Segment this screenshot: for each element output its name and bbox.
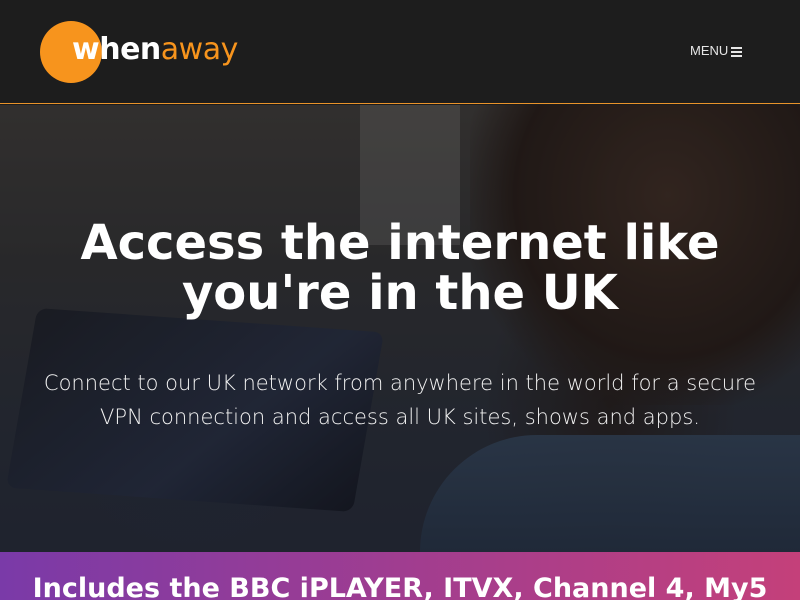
hero-subtitle: Connect to our UK network from anywhere … <box>43 371 757 429</box>
menu-button[interactable]: MENU <box>690 42 743 60</box>
hero-overlay <box>0 105 800 552</box>
logo-text-when: when <box>72 32 161 67</box>
hamburger-icon <box>731 46 743 57</box>
menu-label: MENU <box>690 43 729 58</box>
channels-banner: Includes the BBC iPLAYER, ITVX, Channel … <box>0 552 800 600</box>
logo[interactable]: whenaway <box>40 21 260 83</box>
site-header: whenaway MENU <box>0 0 800 104</box>
logo-text: whenaway <box>72 30 238 70</box>
hero-title: Access the internet like you're in the U… <box>80 215 720 321</box>
hero-section: Access the internet like you're in the U… <box>0 105 800 552</box>
logo-text-away: away <box>160 32 239 67</box>
channels-banner-text: Includes the BBC iPLAYER, ITVX, Channel … <box>32 573 768 600</box>
